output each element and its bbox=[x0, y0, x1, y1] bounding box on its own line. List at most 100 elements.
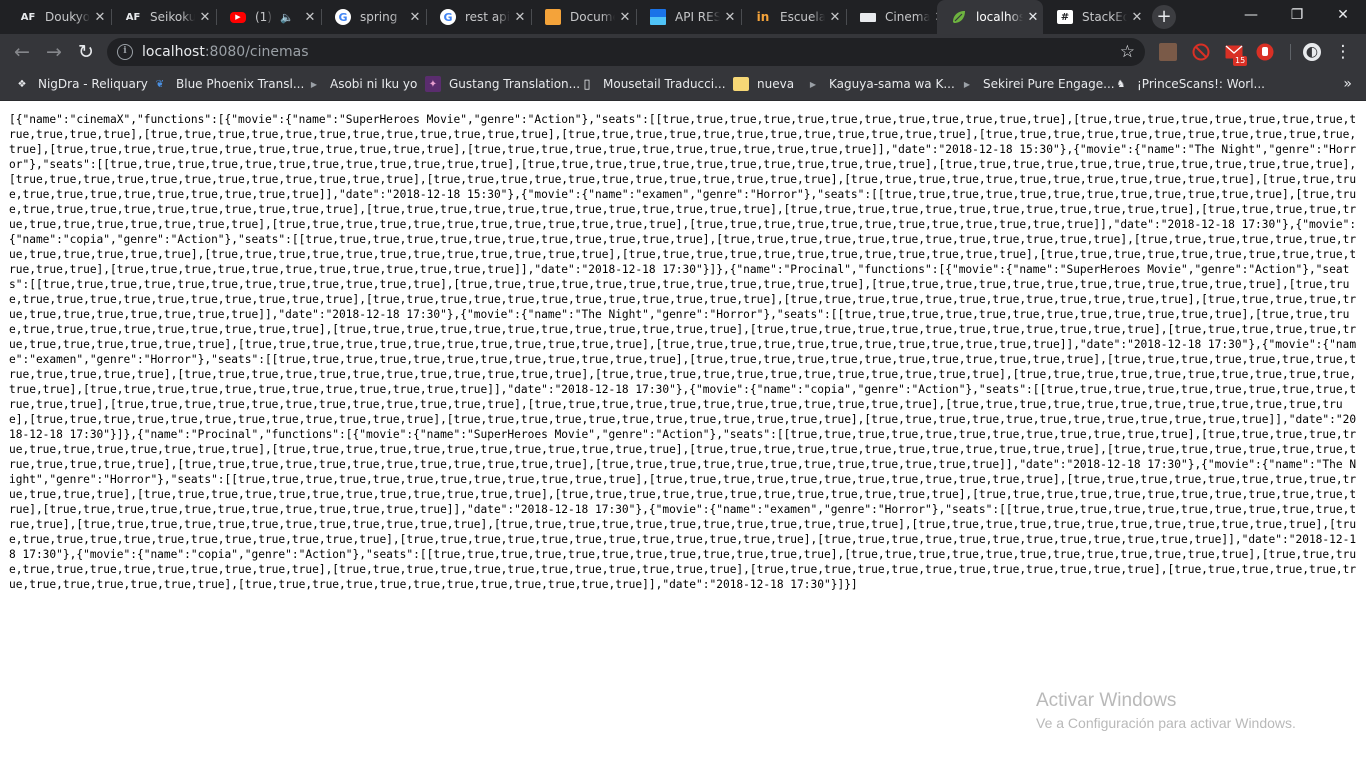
close-icon[interactable]: ✕ bbox=[195, 10, 215, 25]
bookmark-item[interactable]: ▶ Kaguya-sama wa K... bbox=[805, 70, 955, 98]
bookmark-item[interactable]: ▯ Mousetail Traducci... bbox=[579, 70, 726, 98]
bookmark-label: Asobi ni Iku yo bbox=[330, 77, 418, 91]
browser-toolbar: ← → ↻ i localhost:8080/cinemas ☆ ◐ ⋮ bbox=[0, 34, 1366, 70]
new-tab-button[interactable]: + bbox=[1152, 5, 1176, 29]
bookmark-label: ¡PrinceScans!: Worl... bbox=[1137, 77, 1265, 91]
video-icon: ▶ bbox=[809, 79, 817, 89]
menu-icon[interactable]: ⋮ bbox=[1334, 42, 1352, 62]
af-icon: AF bbox=[125, 11, 141, 23]
close-icon[interactable]: ✕ bbox=[90, 10, 110, 25]
tab-youtube[interactable]: ▶ (1) 🔈 ✕ bbox=[216, 0, 320, 34]
tab-title: Doukyo bbox=[45, 10, 90, 24]
api-icon bbox=[650, 9, 666, 25]
tab-title: API REST bbox=[675, 10, 720, 24]
bookmark-item[interactable]: ❦ Blue Phoenix Transl... bbox=[152, 70, 304, 98]
close-icon[interactable]: ✕ bbox=[510, 10, 530, 25]
stackedit-icon: # bbox=[1057, 10, 1073, 24]
windows-activation-watermark: Activar Windows Ve a Configuración para … bbox=[1036, 690, 1296, 732]
bookmark-label: Sekirei Pure Engage... bbox=[983, 77, 1115, 91]
dragon-icon: ❖ bbox=[17, 78, 27, 90]
prince-icon: ♞ bbox=[1116, 78, 1126, 90]
address-bar[interactable]: i localhost:8080/cinemas ☆ bbox=[107, 38, 1145, 66]
url-port-path: :8080/cinemas bbox=[204, 44, 309, 60]
no-entry-icon[interactable] bbox=[1192, 43, 1210, 61]
folder-icon bbox=[733, 77, 749, 91]
page-content: [{"name":"cinemaX","functions":[{"movie"… bbox=[0, 101, 1366, 768]
bookmark-item[interactable]: nueva bbox=[733, 70, 794, 98]
tab-title: rest api bbox=[465, 10, 510, 24]
cinema-icon bbox=[860, 12, 876, 22]
profile-photo-icon[interactable] bbox=[1159, 43, 1177, 61]
watermark-subtitle: Ve a Configuración para activar Windows. bbox=[1036, 715, 1296, 731]
tab-title: localhost bbox=[976, 10, 1023, 24]
tab-cinemas[interactable]: Cinemas ✕ bbox=[846, 0, 950, 34]
bookmark-label: Mousetail Traducci... bbox=[603, 77, 726, 91]
bookmark-label: Blue Phoenix Transl... bbox=[176, 77, 305, 91]
close-icon[interactable]: ✕ bbox=[300, 10, 320, 25]
tab-title: spring bbox=[360, 10, 398, 24]
tab-spring[interactable]: G spring ✕ bbox=[321, 0, 425, 34]
tab-escuela[interactable]: in Escuela ✕ bbox=[741, 0, 845, 34]
tab-strip: AF Doukyo ✕ AF Seikoku ✕ ▶ (1) 🔈 ✕ G spr… bbox=[0, 0, 1366, 34]
bookmark-star-icon[interactable]: ☆ bbox=[1120, 42, 1135, 62]
page-icon: ▯ bbox=[583, 76, 591, 92]
tab-rest-api[interactable]: G rest api ✕ bbox=[426, 0, 530, 34]
bookmark-item[interactable]: ❖ NigDra - Reliquary bbox=[14, 70, 148, 98]
spring-leaf-icon bbox=[951, 9, 967, 25]
bookmarks-overflow-button[interactable]: » bbox=[1343, 76, 1352, 92]
bookmark-label: nueva bbox=[757, 77, 795, 91]
close-icon[interactable]: ✕ bbox=[1127, 10, 1147, 25]
bookmark-item[interactable]: ▶ Asobi ni Iku yo bbox=[306, 70, 417, 98]
back-button[interactable]: ← bbox=[8, 38, 36, 66]
json-response-text: [{"name":"cinemaX","functions":[{"movie"… bbox=[9, 113, 1357, 591]
bookmark-item[interactable]: ♞ ¡PrinceScans!: Worl... bbox=[1113, 70, 1265, 98]
video-icon: ▶ bbox=[310, 79, 318, 89]
info-icon[interactable]: i bbox=[117, 44, 133, 60]
bookmark-item[interactable]: ✦ Gustang Translation... bbox=[425, 70, 580, 98]
reload-button[interactable]: ↻ bbox=[72, 38, 100, 66]
tab-localhost[interactable]: localhost ✕ bbox=[937, 0, 1043, 34]
document-icon bbox=[545, 9, 561, 25]
restore-button[interactable]: ❐ bbox=[1274, 0, 1320, 30]
close-window-button[interactable]: ✕ bbox=[1320, 0, 1366, 30]
tab-title: Seikoku bbox=[150, 10, 195, 24]
close-icon[interactable]: ✕ bbox=[720, 10, 740, 25]
google-icon: G bbox=[335, 9, 351, 25]
bookmark-label: NigDra - Reliquary bbox=[38, 77, 148, 91]
bookmarks-bar: ❖ NigDra - Reliquary ❦ Blue Phoenix Tran… bbox=[0, 70, 1366, 101]
url-text[interactable]: localhost:8080/cinemas bbox=[142, 44, 309, 60]
tab-stackedit[interactable]: # StackEdit ✕ bbox=[1043, 0, 1147, 34]
watermark-title: Activar Windows bbox=[1036, 690, 1177, 711]
youtube-icon: ▶ bbox=[230, 11, 246, 23]
forward-button[interactable]: → bbox=[40, 38, 68, 66]
bookmark-item[interactable]: ▶ Sekirei Pure Engage... bbox=[959, 70, 1115, 98]
bookmark-label: Kaguya-sama wa K... bbox=[829, 77, 955, 91]
gustang-icon: ✦ bbox=[425, 76, 441, 92]
mail-count-badge: 15 bbox=[1233, 56, 1248, 66]
tab-title: (1) bbox=[255, 10, 272, 24]
hand-stop-icon[interactable] bbox=[1256, 43, 1274, 61]
close-icon[interactable]: ✕ bbox=[405, 10, 425, 25]
tab-title: Escuela bbox=[780, 10, 825, 24]
tab-api-rest[interactable]: API REST ✕ bbox=[636, 0, 740, 34]
tab-title: Document bbox=[570, 10, 615, 24]
tab-doukyo[interactable]: AF Doukyo ✕ bbox=[6, 0, 110, 34]
close-icon[interactable]: ✕ bbox=[615, 10, 635, 25]
close-icon[interactable]: ✕ bbox=[1023, 10, 1043, 25]
tab-document[interactable]: Document ✕ bbox=[531, 0, 635, 34]
tab-seikoku[interactable]: AF Seikoku ✕ bbox=[111, 0, 215, 34]
phoenix-icon: ❦ bbox=[155, 78, 165, 90]
tab-title: StackEdit bbox=[1082, 10, 1127, 24]
account-avatar-icon[interactable]: ◐ bbox=[1303, 43, 1321, 61]
toolbar-separator bbox=[1290, 44, 1291, 60]
google-icon: G bbox=[440, 9, 456, 25]
speaker-icon[interactable]: 🔈 bbox=[280, 11, 300, 24]
bookmark-label: Gustang Translation... bbox=[449, 77, 581, 91]
tab-title: Cinemas bbox=[885, 10, 930, 24]
escuela-icon: in bbox=[756, 10, 770, 24]
video-icon: ▶ bbox=[963, 79, 971, 89]
minimize-button[interactable]: — bbox=[1228, 0, 1274, 30]
af-icon: AF bbox=[20, 11, 36, 23]
close-icon[interactable]: ✕ bbox=[825, 10, 845, 25]
url-host: localhost bbox=[142, 44, 205, 60]
